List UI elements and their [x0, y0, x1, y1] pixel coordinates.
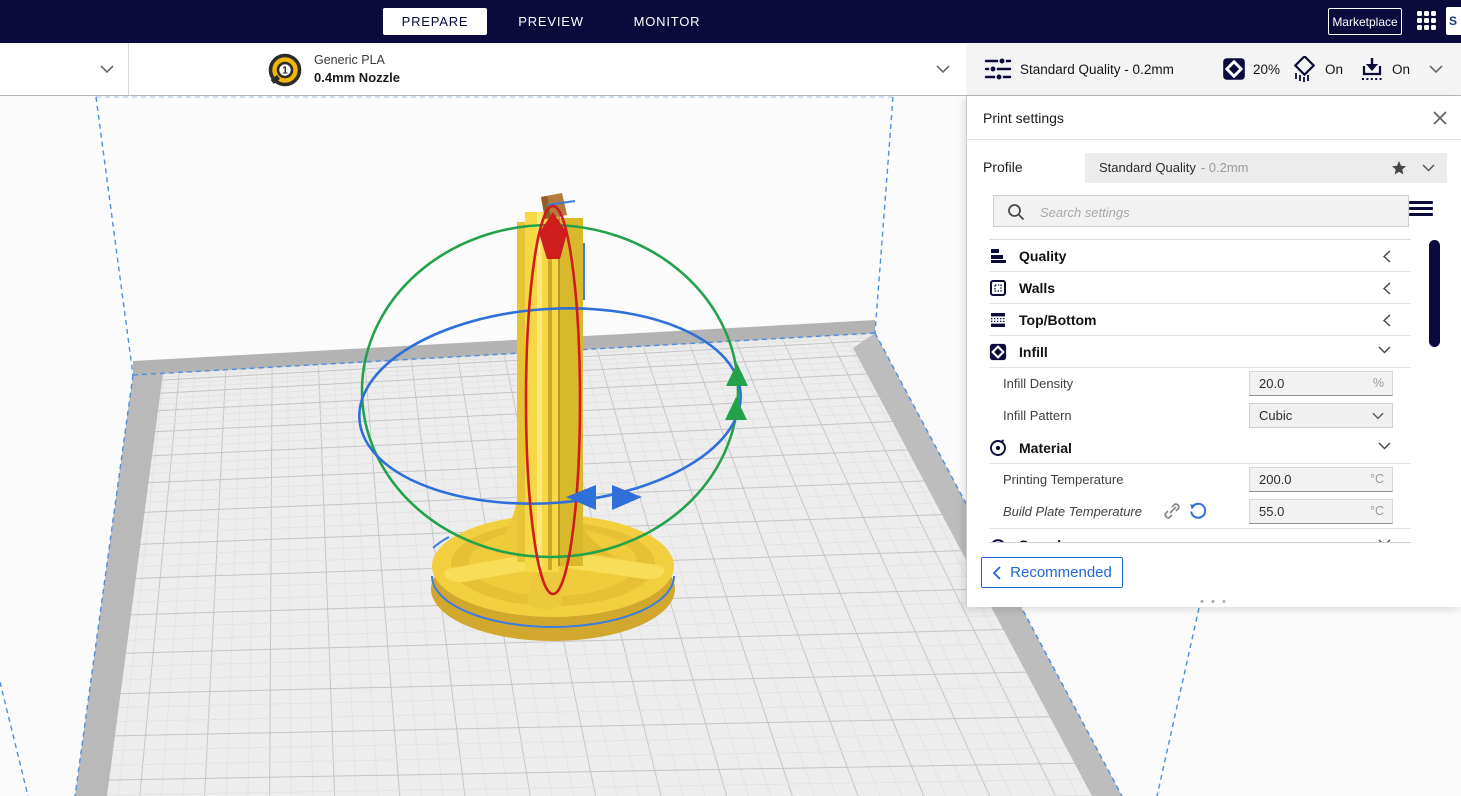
extruder-icon: 1 [268, 53, 302, 87]
svg-text:1: 1 [282, 65, 288, 76]
menu-icon[interactable] [1409, 198, 1433, 222]
summary-support: On [1325, 61, 1344, 77]
material-name: Generic PLA [314, 53, 385, 67]
setting-value: 200.0 [1259, 472, 1292, 487]
setting-row-printing-temperature: Printing Temperature 200.0 °C [989, 464, 1411, 496]
setting-label: Printing Temperature [1003, 472, 1124, 487]
top-bottom-icon [991, 313, 1005, 327]
profile-suffix: - 0.2mm [1200, 160, 1249, 175]
chevron-left-icon [1383, 282, 1391, 295]
setting-row-infill-density: Infill Density 20.0 % [989, 368, 1411, 400]
marketplace-button[interactable]: Marketplace [1328, 8, 1402, 35]
star-icon[interactable] [1391, 160, 1407, 176]
settings-scrollbar[interactable] [1429, 240, 1440, 347]
category-label: Material [1019, 440, 1072, 456]
infill-icon [989, 343, 1007, 361]
search-settings-box [993, 195, 1409, 227]
recommended-label: Recommended [1010, 564, 1112, 581]
profile-label: Profile [983, 159, 1023, 175]
link-icon[interactable] [1163, 502, 1181, 520]
search-settings-input[interactable] [1038, 197, 1382, 227]
chevron-down-icon [936, 65, 950, 74]
material-icon [990, 439, 1006, 456]
category-label: Walls [1019, 280, 1056, 296]
tab-preview[interactable]: PREVIEW [499, 8, 603, 35]
apps-grid-icon[interactable] [1417, 11, 1437, 31]
category-label: Speed [1019, 529, 1061, 542]
speed-icon [992, 539, 1004, 542]
profile-value: Standard Quality [1099, 160, 1196, 175]
build-plate-temperature-input[interactable]: 55.0 °C [1249, 499, 1393, 524]
chevron-down-icon [1372, 412, 1384, 420]
setting-value: Cubic [1259, 408, 1293, 423]
chevron-left-icon [1383, 314, 1391, 327]
chevron-down-icon [1378, 346, 1391, 354]
top-bar: PREPARE PREVIEW MONITOR Marketplace S [0, 0, 1461, 43]
infill-pattern-dropdown[interactable]: Cubic [1249, 403, 1393, 428]
setting-label: Build Plate Temperature [1003, 504, 1142, 519]
setting-unit: °C [1369, 504, 1384, 518]
material-selector[interactable]: 1 Generic PLA 0.4mm Nozzle [128, 43, 966, 95]
tab-prepare[interactable]: PREPARE [383, 8, 487, 35]
category-quality[interactable]: Quality [989, 240, 1411, 272]
panel-title: Print settings [983, 110, 1064, 126]
summary-infill: 20% [1253, 61, 1281, 77]
category-label: Quality [1019, 248, 1067, 264]
category-walls[interactable]: Walls [989, 272, 1411, 304]
setting-unit: % [1372, 376, 1384, 390]
summary-profile: Standard Quality - 0.2mm [1020, 61, 1174, 77]
setting-value: 55.0 [1259, 504, 1285, 519]
category-material[interactable]: Material [989, 432, 1411, 464]
settings-list: Quality Walls Top/Bottom Infill Infill D… [989, 239, 1411, 543]
infill-icon [1223, 58, 1245, 80]
category-label: Top/Bottom [1019, 312, 1097, 328]
nozzle-size: 0.4mm Nozzle [314, 70, 400, 85]
setting-unit: °C [1369, 472, 1384, 486]
printing-temperature-input[interactable]: 200.0 °C [1249, 467, 1393, 492]
category-label: Infill [1019, 344, 1048, 360]
category-speed[interactable]: Speed [989, 528, 1411, 542]
chevron-down-icon [1429, 65, 1443, 74]
panel-resize-handle[interactable]: • • • [1200, 597, 1228, 608]
category-infill[interactable]: Infill [989, 336, 1411, 368]
setting-row-infill-pattern: Infill Pattern Cubic [989, 400, 1411, 432]
panel-header: Print settings [967, 96, 1461, 140]
category-top-bottom[interactable]: Top/Bottom [989, 304, 1411, 336]
chevron-left-icon [992, 565, 1001, 580]
configuration-toolbar: 1 Generic PLA 0.4mm Nozzle Standard Qual… [0, 43, 1461, 96]
chevron-down-icon [100, 65, 114, 74]
chevron-down-icon [1422, 164, 1435, 172]
printer-selector[interactable] [0, 43, 128, 95]
setting-label: Infill Density [1003, 376, 1074, 391]
print-settings-summary[interactable]: Standard Quality - 0.2mm 20% On On [966, 43, 1461, 95]
setting-label: Infill Pattern [1003, 408, 1072, 423]
stage-tabs: PREPARE PREVIEW MONITOR [383, 8, 719, 35]
print-settings-panel: Print settings Profile Standard Quality -… [966, 96, 1461, 608]
revert-icon[interactable] [1189, 502, 1207, 520]
setting-row-build-plate-temperature: Build Plate Temperature 55.0 °C [989, 496, 1411, 528]
chevron-left-icon [1383, 250, 1391, 263]
sign-in-button-partial[interactable]: S [1446, 7, 1461, 35]
profile-dropdown[interactable]: Standard Quality - 0.2mm [1085, 153, 1447, 183]
walls-icon [990, 280, 1006, 296]
summary-adhesion: On [1392, 61, 1411, 77]
recommended-button[interactable]: Recommended [981, 557, 1123, 588]
search-icon [1008, 204, 1025, 221]
support-icon [1293, 56, 1316, 82]
close-icon[interactable] [1431, 109, 1449, 127]
sliders-icon [984, 57, 1012, 81]
setting-value: 20.0 [1259, 376, 1285, 391]
adhesion-icon [1362, 58, 1382, 80]
infill-density-input[interactable]: 20.0 % [1249, 371, 1393, 396]
chevron-down-icon [1378, 442, 1391, 450]
quality-icon [991, 249, 1006, 263]
tab-monitor[interactable]: MONITOR [615, 8, 719, 35]
